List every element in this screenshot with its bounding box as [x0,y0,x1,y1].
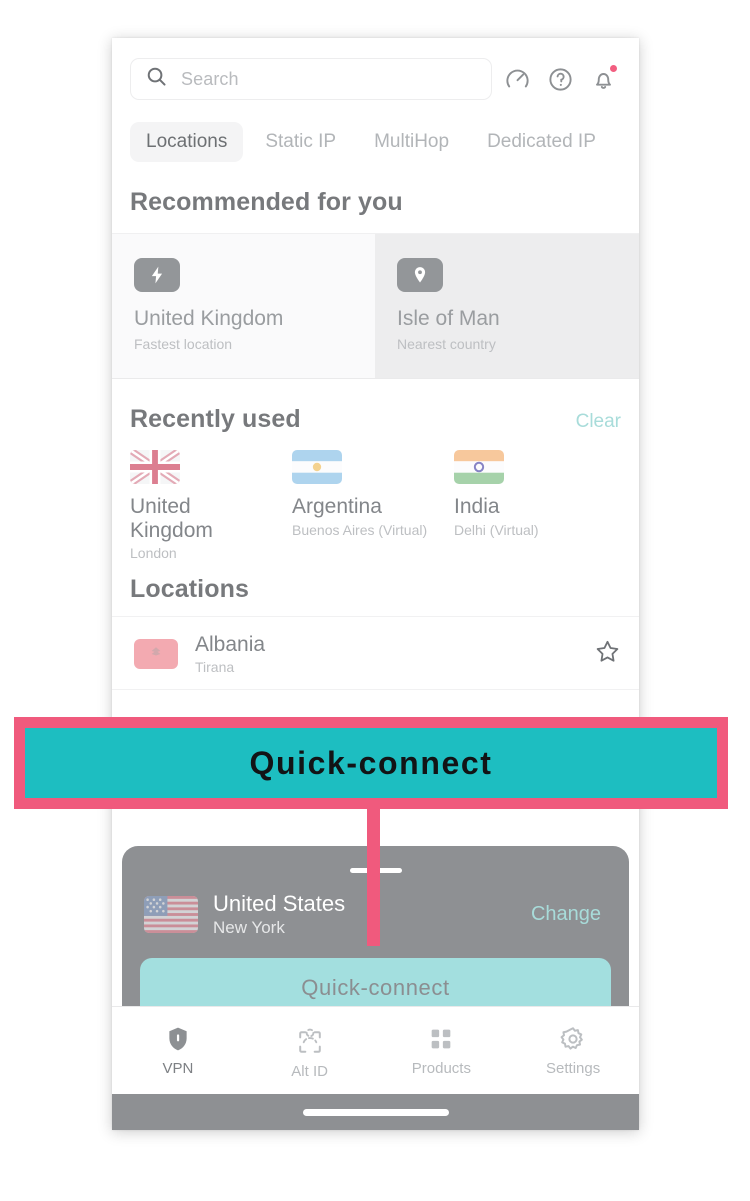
list-item-name: India [454,495,500,518]
flag-india [454,450,504,484]
shield-icon [112,1025,244,1053]
bottom-tab-bar: VPN Alt ID Products Settings [112,1006,639,1094]
home-indicator-bar [112,1094,639,1130]
lightning-bolt-icon [134,258,180,292]
table-row[interactable]: Albania Tirana [112,616,639,691]
speed-test-icon[interactable] [504,66,531,93]
recommended-cards: United Kingdom Fastest location Isle of … [112,233,639,379]
home-indicator [302,1108,449,1116]
gear-icon [507,1025,639,1053]
tab-locations[interactable]: Locations [130,122,244,162]
change-location-button[interactable]: Change [531,903,607,926]
tab-products[interactable]: Products [376,1025,508,1077]
tab-label: Settings [546,1059,601,1077]
table-row-text: Albania Tirana [195,633,594,675]
face-id-icon [244,1021,376,1056]
app-header: Search [112,38,639,100]
tab-vpn[interactable]: VPN [112,1025,244,1077]
notification-badge-dot [610,64,617,72]
search-icon [145,65,168,93]
recommended-card-name: Isle of Man [397,307,500,330]
flag-uk [130,450,180,484]
flag-argentina [292,450,342,484]
list-item[interactable]: United Kingdom London [130,450,270,561]
flag-albania [134,639,178,670]
table-row-name: Albania [195,633,266,657]
recommended-card-name: United Kingdom [134,307,284,330]
recommended-card-fastest[interactable]: United Kingdom Fastest location [112,234,375,378]
grid-icon [376,1025,508,1053]
phone-frame: Search Locations Static IP MultiHop Dedi… [112,38,639,1130]
tab-multihop[interactable]: MultiHop [358,122,465,162]
list-item-subtitle: London [130,545,177,562]
recommended-card-nearest[interactable]: Isle of Man Nearest country [375,234,639,378]
tab-label: VPN [162,1059,194,1077]
recently-used-list: United Kingdom London Argentina Buenos A… [112,434,639,561]
list-item-name: Argentina [292,495,382,518]
annotation-callout-box: Quick-connect [14,717,728,809]
annotation-label: Quick-connect [249,744,493,781]
tab-static-ip[interactable]: Static IP [249,122,352,162]
flag-usa [144,896,198,933]
recently-used-header: Recently used Clear [112,379,639,434]
tab-label: Alt ID [291,1063,328,1080]
tab-alt-id[interactable]: Alt ID [244,1021,376,1080]
tab-label: Products [411,1059,471,1077]
search-placeholder-text: Search [181,68,239,89]
tab-settings[interactable]: Settings [507,1025,639,1077]
recommended-card-subtitle: Nearest country [397,336,496,352]
locations-title: Locations [130,575,249,604]
search-input[interactable]: Search [130,58,492,100]
recently-used-title: Recently used [130,405,301,433]
list-item-subtitle: Buenos Aires (Virtual) [292,521,428,538]
notifications-bell-icon[interactable] [590,64,617,93]
list-item-name: United Kingdom [130,495,213,542]
recommended-title: Recommended for you [130,188,403,216]
clear-recent-button[interactable]: Clear [576,411,621,433]
map-pin-icon [397,258,443,292]
annotation-connector-line [367,800,380,946]
screenshot-root: Search Locations Static IP MultiHop Dedi… [0,0,750,1201]
category-tabs: Locations Static IP MultiHop Dedicated I… [112,100,639,162]
list-item-subtitle: Delhi (Virtual) [454,521,539,538]
recommended-card-subtitle: Fastest location [134,336,233,352]
recommended-header: Recommended for you [112,162,639,217]
list-item[interactable]: Argentina Buenos Aires (Virtual) [292,450,432,561]
tab-dedicated-ip[interactable]: Dedicated IP [471,122,612,162]
list-item[interactable]: India Delhi (Virtual) [454,450,594,561]
table-row-subtitle: Tirana [195,659,235,676]
locations-header: Locations [112,561,639,604]
header-icon-group [504,64,621,93]
help-icon[interactable] [547,66,574,93]
favorite-star-icon[interactable] [594,638,621,670]
